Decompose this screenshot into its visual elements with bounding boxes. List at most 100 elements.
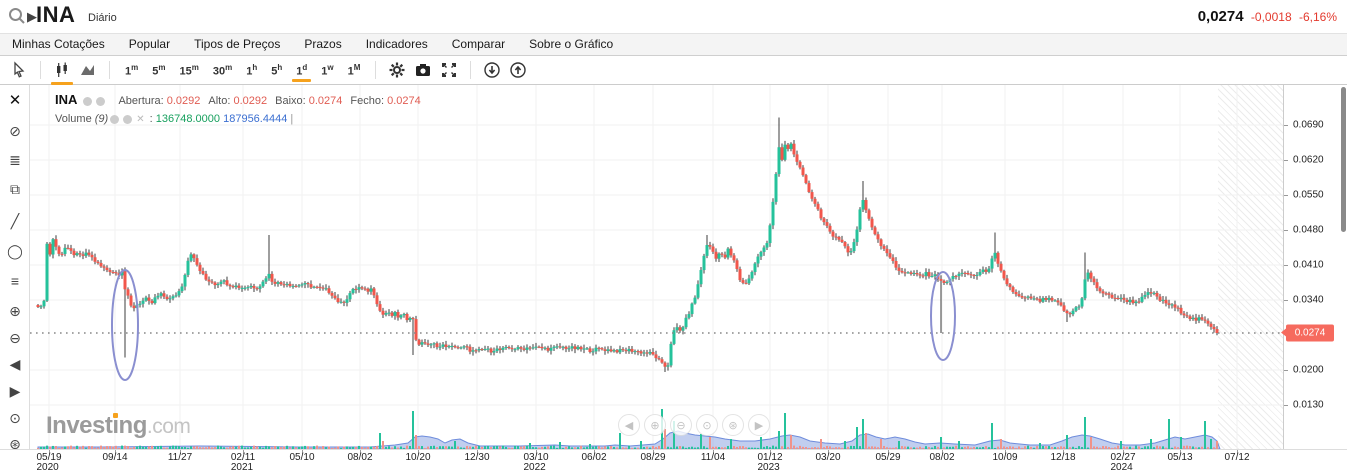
candlestick-chart[interactable] xyxy=(30,85,1283,449)
time-axis-label: 02/11 2021 xyxy=(230,452,256,473)
price-axis-label: 0.0620 xyxy=(1293,154,1324,166)
fullscreen-icon[interactable] xyxy=(436,57,462,83)
timeframe-1M[interactable]: 1M xyxy=(341,59,368,82)
timeframe-1d[interactable]: 1d xyxy=(289,59,314,82)
legend-field-value: 0.0274 xyxy=(384,95,421,107)
time-axis-label: 09/14 xyxy=(102,452,128,463)
chart-application: ▶ INA Diário 0,0274 -0,0018 -6,16% Minha… xyxy=(0,0,1347,474)
price-axis-tickmark xyxy=(1284,160,1288,161)
visibility-icon[interactable] xyxy=(83,96,93,106)
time-axis-label: 06/02 xyxy=(581,452,607,463)
volume-remove-icon[interactable]: ✕ xyxy=(136,114,144,125)
volume-settings-icon[interactable] xyxy=(123,114,133,124)
time-axis-label: 01/12 2023 xyxy=(757,452,783,473)
candlestick-chart-icon[interactable] xyxy=(49,57,75,85)
menu-item-popular[interactable]: Popular xyxy=(117,34,182,55)
timeframe-5h[interactable]: 5h xyxy=(264,59,289,82)
zoom-in-button[interactable]: ⊕ xyxy=(644,414,666,436)
volume-colon: : xyxy=(149,113,153,125)
settings-small-icon[interactable] xyxy=(96,96,106,106)
legend-field-value: 0.0292 xyxy=(230,95,268,107)
pan-right-button[interactable]: ▶ xyxy=(748,414,770,436)
price-axis-label: 0.0550 xyxy=(1293,189,1324,201)
chart-toolbar: 1m 5m 15m 30m 1h 5h 1d 1w 1M xyxy=(0,56,1347,85)
timeframe-5m[interactable]: 5m xyxy=(145,59,172,82)
time-axis-label: 12/30 xyxy=(464,452,490,463)
zoom-in-icon[interactable]: ⊕ xyxy=(0,300,30,322)
chart-area[interactable]: INA Abertura: 0.0292 Alto: 0.0292 Baixo: 0… xyxy=(30,85,1283,449)
timeframe-1m[interactable]: 1m xyxy=(118,59,145,82)
time-axis-label: 07/12 xyxy=(1224,452,1250,463)
menu-item-prazos[interactable]: Prazos xyxy=(292,34,353,55)
price-axis-tickmark xyxy=(1284,300,1288,301)
menu-item-minhas-cota-es[interactable]: Minhas Cotações xyxy=(0,34,117,55)
time-axis[interactable]: 05/19 2020 09/14 11/27 02/11 2021 05/10 08/02 10… xyxy=(0,449,1347,474)
menu-item-tipos-de-pre-os[interactable]: Tipos de Preços xyxy=(182,34,292,55)
pan-left-button[interactable]: ◀ xyxy=(618,414,640,436)
volume-param: (9) xyxy=(94,113,109,125)
zoom-out-icon[interactable]: ⊖ xyxy=(0,327,30,349)
symbol-title: INA xyxy=(36,2,76,27)
price-axis-tickmark xyxy=(1284,125,1288,126)
pan-left-icon[interactable]: ◀ xyxy=(0,353,30,375)
time-axis-label: 11/27 xyxy=(167,452,193,463)
pan-right-icon[interactable]: ▶ xyxy=(0,380,30,402)
load-upload-icon[interactable] xyxy=(505,57,531,83)
time-axis-label: 03/20 xyxy=(815,452,841,463)
price-axis-label: 0.0340 xyxy=(1293,294,1324,306)
fib-lines-icon[interactable]: ≡ xyxy=(0,270,30,292)
toolbar-separator xyxy=(470,61,472,79)
price-axis-label: 0.0200 xyxy=(1293,364,1324,376)
menu-item-sobre-o-gr-fico[interactable]: Sobre o Gráfico xyxy=(517,34,625,55)
timeframe-30m[interactable]: 30m xyxy=(206,59,239,82)
volume-visibility-icon[interactable] xyxy=(110,114,120,124)
header: ▶ INA Diário 0,0274 -0,0018 -6,16% xyxy=(0,0,1347,33)
price-axis-label: 0.0130 xyxy=(1293,399,1324,411)
cursor-icon[interactable] xyxy=(6,57,32,83)
chart-legend: INA Abertura: 0.0292 Alto: 0.0292 Baixo: 0… xyxy=(55,92,421,125)
current-price: 0,0274 xyxy=(1197,8,1244,25)
timeframe-1w[interactable]: 1w xyxy=(314,59,340,82)
deselect-cursor-icon[interactable]: ⊘ xyxy=(0,120,30,142)
menu-item-comparar[interactable]: Comparar xyxy=(440,34,517,55)
drawing-tools-sidebar: ✕ ⊘ ≣ ⧉ ╱ ◯ ≡ ⊕ ⊖ ◀ ▶ ⊙ ⊛ xyxy=(0,85,30,452)
area-chart-icon[interactable] xyxy=(75,57,101,83)
timeframe-1h[interactable]: 1h xyxy=(239,59,264,82)
legend-symbol: INA xyxy=(55,92,78,107)
price-axis-label: 0.0410 xyxy=(1293,259,1324,271)
legend-field-value: 0.0274 xyxy=(305,95,343,107)
settings-icon[interactable] xyxy=(384,57,410,83)
save-download-icon[interactable] xyxy=(479,57,505,83)
menu-bar: Minhas Cotações Popular Tipos de Preços Pra… xyxy=(0,33,1347,56)
time-axis-label: 11/04 xyxy=(700,452,726,463)
time-axis-label: 05/19 2020 xyxy=(36,452,62,473)
investing-watermark: Investıng.com xyxy=(46,412,191,439)
legend-field-label: Baixo: xyxy=(275,95,306,107)
price-axis-label: 0.0690 xyxy=(1293,119,1324,131)
time-axis-label: 10/09 xyxy=(992,452,1018,463)
vertical-scrollbar[interactable] xyxy=(1341,87,1346,232)
price-axis-tickmark xyxy=(1284,195,1288,196)
clone-icon[interactable]: ⧉ xyxy=(0,178,30,200)
zoom-out-button[interactable]: ⊖ xyxy=(670,414,692,436)
time-axis-label: 05/10 xyxy=(289,452,315,463)
zoom-select-button[interactable]: ⊙ xyxy=(696,414,718,436)
zoom-reset-button[interactable]: ⊛ xyxy=(722,414,744,436)
price-axis[interactable]: 0.0690 0.0620 0.0550 0.0480 0.0410 0.0340 0.02… xyxy=(1281,85,1347,449)
toolbar-separator xyxy=(109,61,110,79)
ellipse-tool-icon[interactable]: ◯ xyxy=(0,240,30,262)
legend-field-label: Alto: xyxy=(208,95,231,107)
time-axis-label: 10/20 xyxy=(405,452,431,463)
zoom-select-icon[interactable]: ⊙ xyxy=(0,407,30,429)
screenshot-icon[interactable] xyxy=(410,57,436,83)
menu-item-indicadores[interactable]: Indicadores xyxy=(354,34,440,55)
measure-icon[interactable]: ≣ xyxy=(0,149,30,171)
price-change-pct: -6,16% xyxy=(1298,10,1337,24)
volume-ma-value: 187956.4444 xyxy=(223,113,288,125)
timeframe-15m[interactable]: 15m xyxy=(173,59,206,82)
trend-line-icon[interactable]: ╱ xyxy=(0,210,30,232)
time-axis-label: 05/13 xyxy=(1167,452,1193,463)
remove-drawings-icon[interactable]: ✕ xyxy=(0,90,30,112)
toolbar-separator xyxy=(40,61,41,79)
search-icon[interactable] xyxy=(8,7,26,25)
